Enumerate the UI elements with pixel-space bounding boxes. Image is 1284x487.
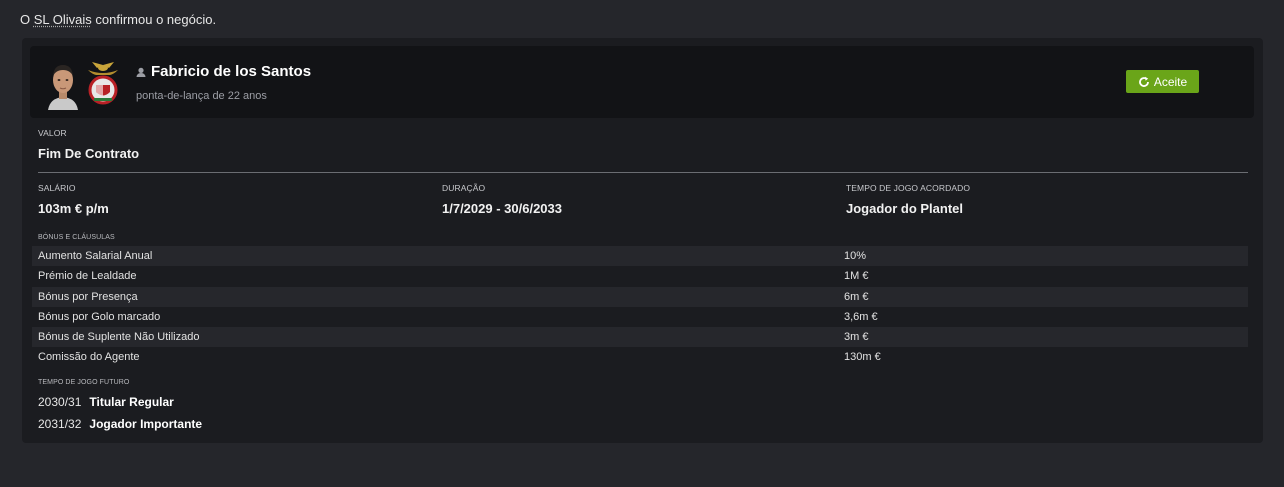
deal-notice: O SL Olivais confirmou o negócio. [20,12,216,27]
player-description: ponta-de-lança de 22 anos [136,90,267,102]
value-label: VALOR [38,128,67,138]
bonus-value: 6m € [844,290,869,303]
player-face-icon[interactable] [44,60,82,110]
accepted-status-button[interactable]: Aceite [1126,70,1199,93]
player-header: Fabricio de los Santos ponta-de-lança de… [30,46,1254,118]
duration-label: DURAÇÃO [442,183,486,193]
bonus-row: Bónus de Suplente Não Utilizado 3m € [32,327,1248,348]
bonus-value: 1M € [844,270,869,283]
salary-value: 103m € p/m [38,201,109,216]
value-text: Fim De Contrato [38,146,140,161]
bonus-label: Bónus por Golo marcado [38,310,161,323]
bonus-label: Bónus de Suplente Não Utilizado [38,331,200,344]
bonus-value: 10% [844,250,867,262]
bonus-value: 130m € [844,351,881,364]
bonus-label: Bónus por Presença [38,290,138,303]
bonuses-title: BÓNUS E CLÁUSULAS [38,234,115,241]
notice-suffix: confirmou o negócio. [91,12,217,27]
bonus-row: Bónus por Presença 6m € [32,286,1248,307]
bonus-label: Prémio de Lealdade [38,270,137,283]
bonus-value: 3,6m € [844,310,878,323]
club-link[interactable]: SL Olivais [34,12,92,27]
bonus-row: Prémio de Lealdade 1M € [32,266,1248,286]
salary-label: SALÁRIO [38,183,76,193]
future-role: Jogador Importante [89,417,203,431]
playing-time-value: Jogador do Plantel [846,201,964,216]
duration-value: 1/7/2029 - 30/6/2033 [442,201,562,216]
bonus-row: Comissão do Agente 130m € [32,347,1248,367]
status-label: Aceite [1153,74,1188,89]
bonus-value: 3m € [844,331,869,344]
future-row: 2031/32 Jogador Importante [38,417,202,431]
future-title: TEMPO DE JOGO FUTURO [38,379,130,386]
future-season: 2030/31 [38,395,82,409]
person-icon [136,67,146,77]
bonus-label: Comissão do Agente [38,351,140,364]
bonus-row: Aumento Salarial Anual 10% [32,246,1248,267]
future-season: 2031/32 [38,417,82,431]
notice-prefix: O [20,12,34,27]
bonus-table: Aumento Salarial Anual 10% Prémio de Lea… [32,246,1248,368]
playing-time-label: TEMPO DE JOGO ACORDADO [846,183,971,193]
club-crest-icon[interactable] [84,62,122,106]
refresh-icon [1138,76,1149,87]
bonus-label: Aumento Salarial Anual [38,250,153,262]
future-row: 2030/31 Titular Regular [38,395,174,409]
divider [38,172,1248,173]
player-name-row: Fabricio de los Santos [136,63,311,80]
future-role: Titular Regular [89,395,174,409]
contract-panel: Fabricio de los Santos ponta-de-lança de… [22,38,1263,443]
player-name[interactable]: Fabricio de los Santos [151,63,311,80]
bonus-row: Bónus por Golo marcado 3,6m € [32,307,1248,327]
